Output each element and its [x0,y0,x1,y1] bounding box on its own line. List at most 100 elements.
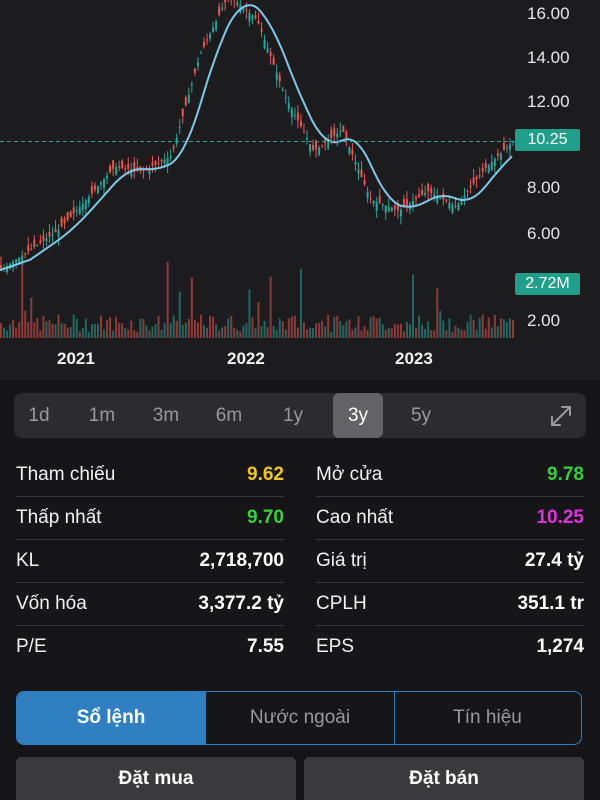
stat-value: 27.4 tỷ [524,550,584,571]
candle-body [299,120,302,127]
candle-body [190,83,193,85]
volume-bar [336,315,339,338]
volume-bar [181,324,184,338]
x-tick-label: 2022 [227,349,265,368]
volume-bar [436,288,439,338]
volume-bar [475,329,478,338]
volume-bar [287,318,290,338]
volume-bar [75,318,78,338]
volume-bar [375,318,378,338]
volume-bar [218,330,221,338]
tab-signals[interactable]: Tín hiệu [395,692,580,744]
buy-button[interactable]: Đặt mua [16,757,296,800]
volume-bar [172,315,175,338]
volume-bar [305,329,308,338]
volume-bar [96,323,99,338]
volume-bar [39,330,42,338]
volume-bar [257,302,260,338]
candle-body [484,163,487,168]
volume-bar [48,320,51,338]
sell-button[interactable]: Đặt bán [304,757,584,800]
candle-body [296,112,299,121]
range-1m[interactable]: 1m [78,393,126,438]
range-3y[interactable]: 3y [333,393,383,438]
candle-body [69,211,72,217]
volume-bar [366,330,369,338]
candle-body [451,204,454,213]
volume-bar [463,330,466,338]
volume-bar [84,318,87,338]
volume-bar [412,274,415,338]
range-1y[interactable]: 1y [269,393,317,438]
volume-bar [393,323,396,338]
candle-body [269,52,272,57]
candle-body [284,97,287,99]
volume-bar [290,316,293,338]
candle-body [48,232,51,237]
volume-bar [139,318,142,338]
candle-body [472,177,475,184]
volume-bar [51,323,54,338]
volume-bar [227,318,230,338]
range-1d[interactable]: 1d [15,393,63,438]
candle-body [469,185,472,188]
range-5y[interactable]: 5y [397,393,445,438]
range-3m[interactable]: 3m [142,393,190,438]
volume-bar [142,319,145,338]
candle-body [206,39,209,41]
price-chart[interactable]: 16.00 14.00 12.00 8.00 6.00 2.00 10.25 2… [0,0,600,380]
candle-body [45,238,48,242]
volume-bar [45,321,48,338]
candle-body [321,144,324,146]
y-tick-label: 2.00 [527,311,561,330]
chart-canvas[interactable] [0,0,600,380]
candle-body [333,128,336,136]
candle-body [54,228,57,233]
candle-body [57,229,60,237]
candle-body [393,205,396,210]
candle-body [169,156,172,159]
candle-body [351,149,354,155]
volume-bar [342,325,345,338]
candle-body [360,169,363,177]
volume-bar [103,329,106,338]
candle-body [302,132,305,134]
volume-bar [387,327,390,338]
volume-bar [263,320,266,338]
candle-body [390,207,393,212]
volume-bar [418,315,421,338]
volume-bar [251,317,254,338]
volume-bar [445,330,448,338]
volume-bar [212,317,215,338]
volume-bar [242,325,245,338]
range-6m[interactable]: 6m [205,393,253,438]
candle-body [330,129,333,138]
volume-bar [72,314,75,338]
candle-body [196,62,199,67]
x-tick-label: 2023 [395,349,433,368]
volume-bar [21,263,24,338]
candle-body [106,175,109,179]
stat-label: Mở cửa [316,464,383,485]
volume-bar [424,328,427,338]
volume-bar [512,319,514,338]
volume-bar [133,330,136,338]
volume-bar [302,322,305,338]
volume-bar [175,320,178,338]
volume-bar [499,318,502,338]
volume-bar [448,318,451,338]
tab-order-book[interactable]: Sổ lệnh [17,692,205,744]
candle-body [481,167,484,172]
candle-body [78,206,81,215]
candle-body [372,200,375,204]
volume-bar [369,317,372,338]
volume-bar [493,314,496,338]
candle-body [266,48,269,53]
expand-icon[interactable] [547,402,575,430]
candle-body [487,164,490,173]
stat-label: Cao nhất [316,507,394,528]
candle-body [315,141,318,150]
candle-body [39,240,42,243]
candle-body [81,203,84,211]
tab-foreign[interactable]: Nước ngoài [206,692,394,744]
